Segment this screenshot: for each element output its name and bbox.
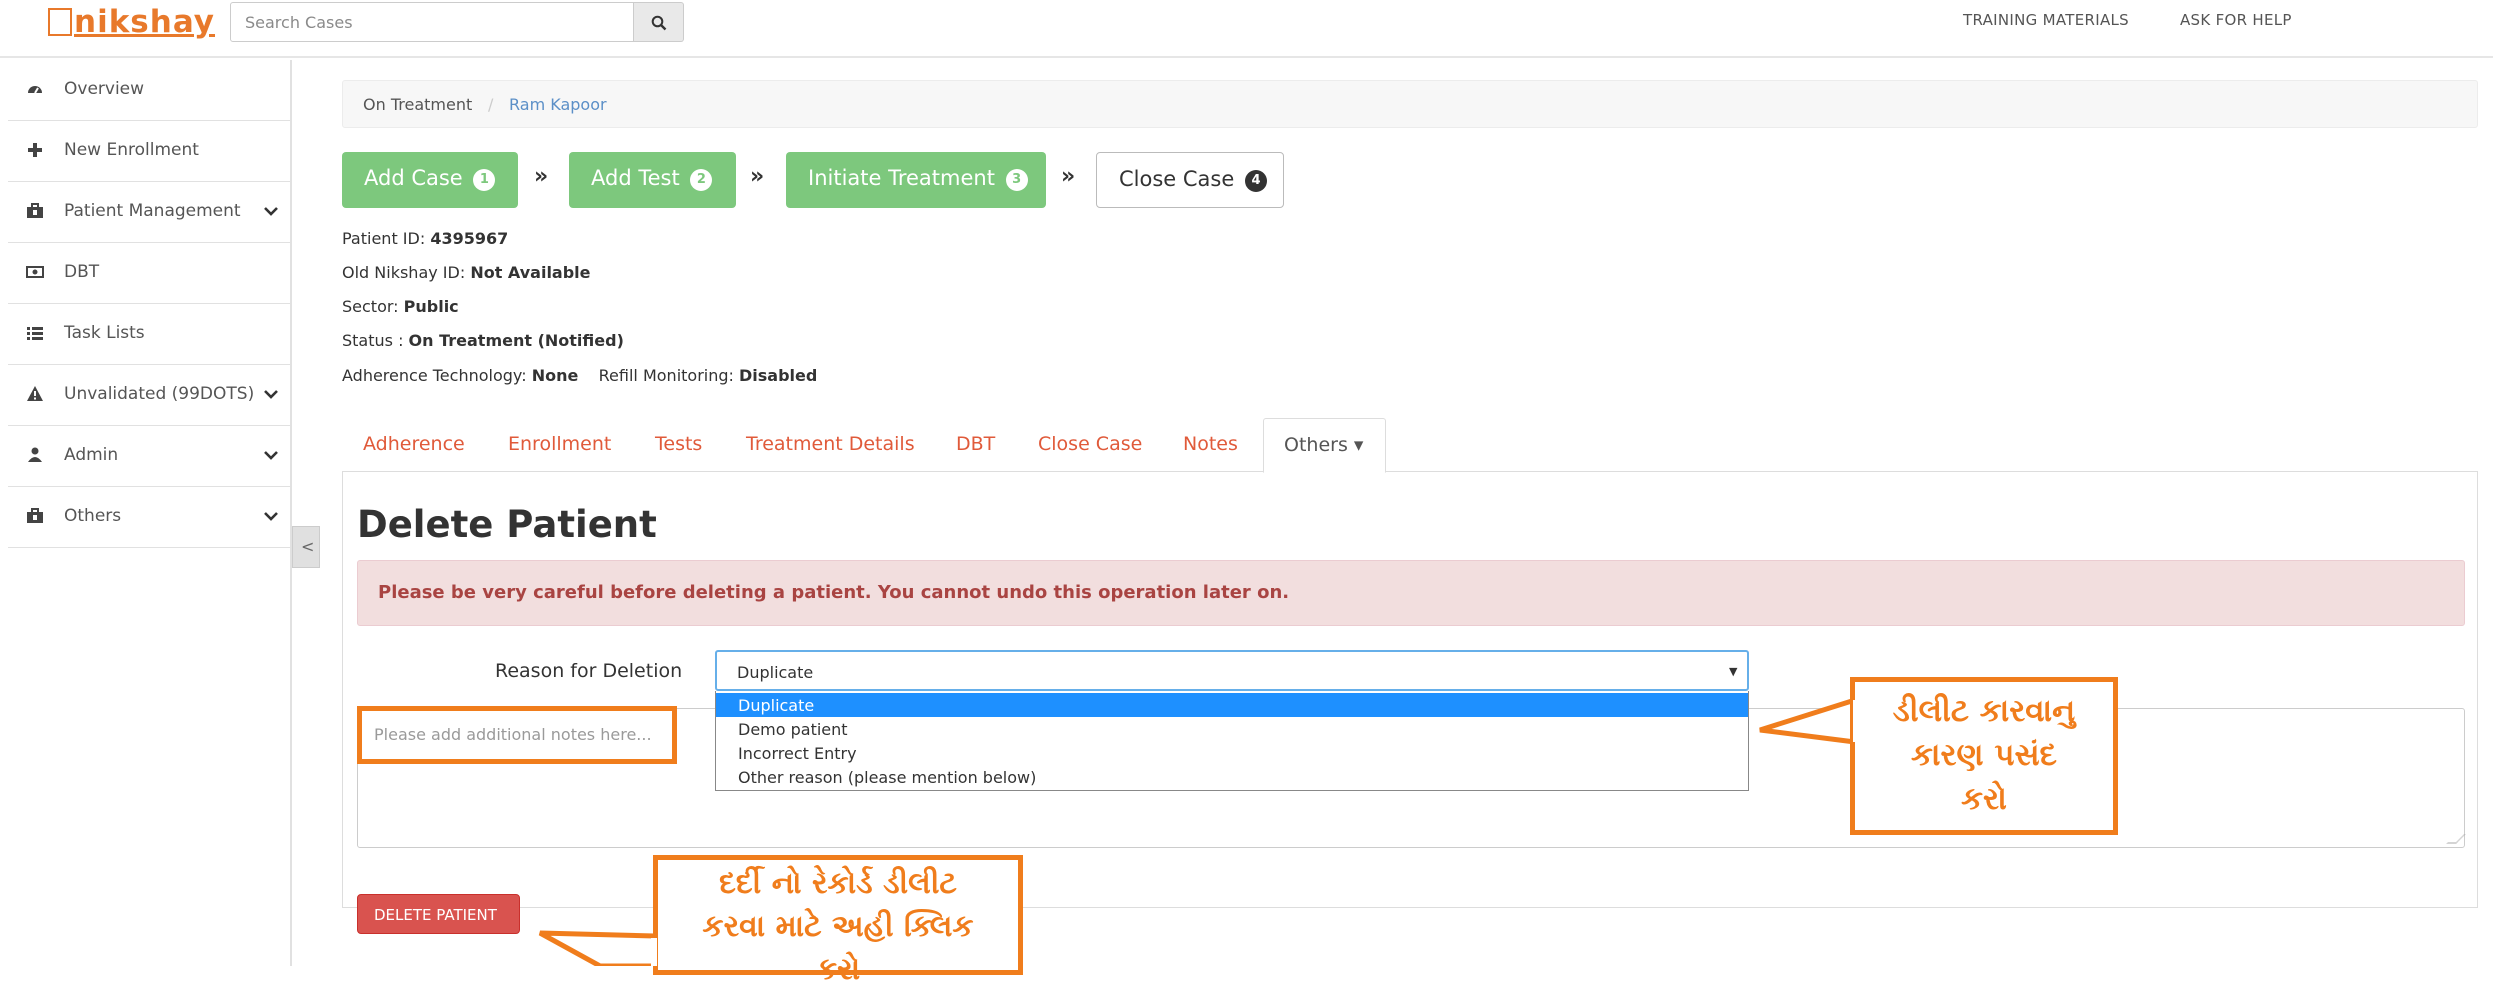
reason-hint-callout: ડીલીટ કારવાનુ કારણ પસંદ કરો [1850,677,2118,835]
callout-joint [1853,700,1859,742]
callout-text: કરો [815,952,861,987]
callout-text: કરો [1961,781,2007,817]
callout-text: કરવા માટે અહી ક્લિક [702,909,974,944]
callout-text: દર્દી નો રેકોર્ડ ડીલીટ [719,866,957,901]
callout-text: કારણ પસંદ [1911,737,2057,773]
callout-pointers [538,696,1858,966]
callout-text: ડીલીટ કારવાનુ [1892,693,2076,729]
callout-joint [651,938,657,966]
delete-hint-callout: દર્દી નો રેકોર્ડ ડીલીટ કરવા માટે અહી ક્લ… [653,855,1023,987]
